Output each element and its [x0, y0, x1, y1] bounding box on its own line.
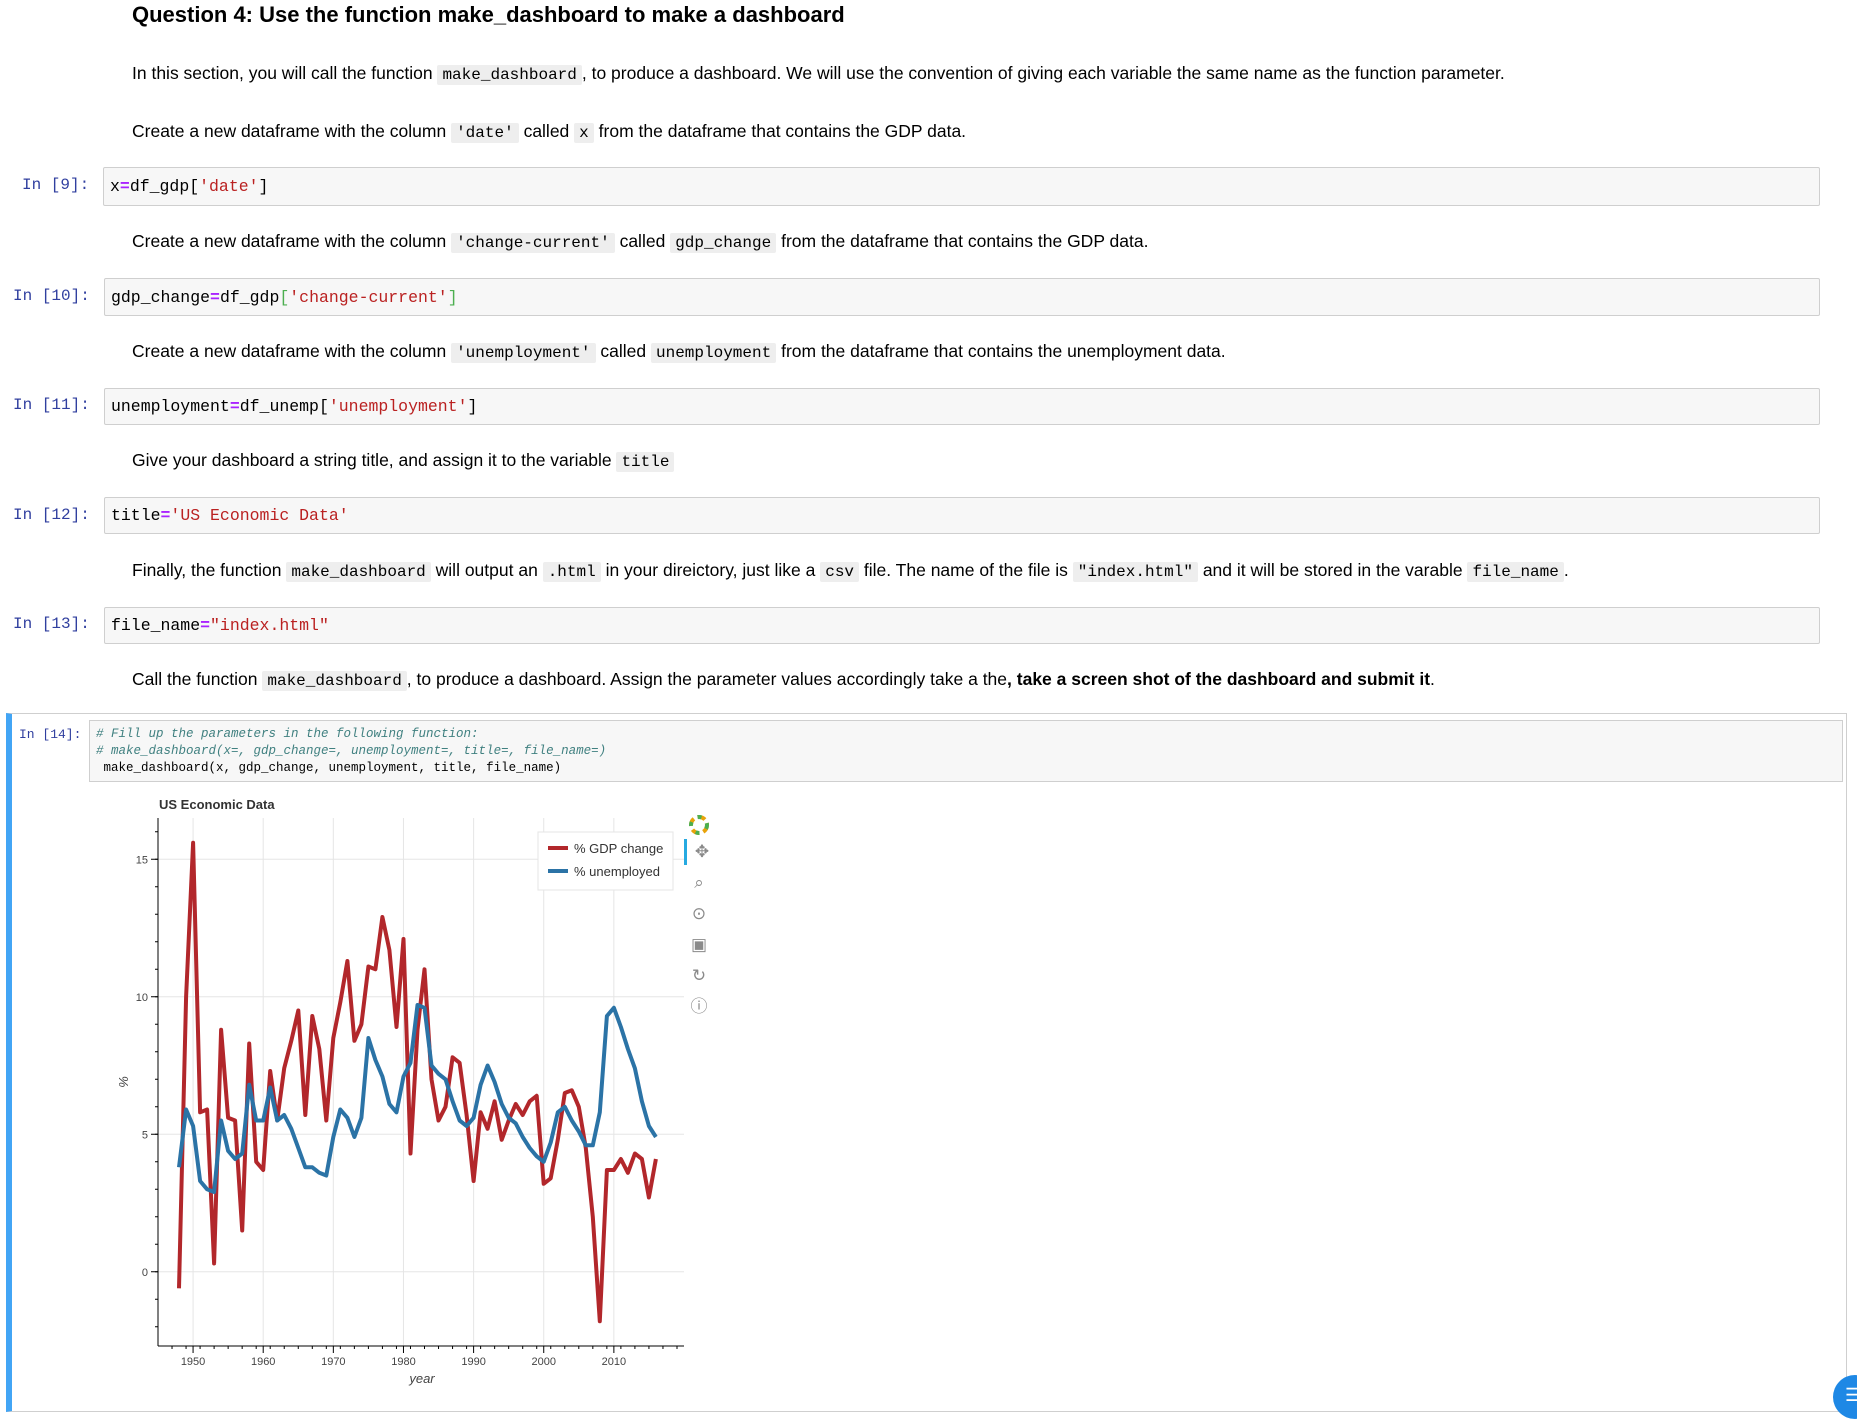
dashboard-chart[interactable]: US Economic Data 1950 1960 1970 1980 1990 200… — [0, 0, 1857, 1415]
y-tick-label: 10 — [136, 992, 148, 1004]
x-axis-label: year — [408, 1371, 435, 1386]
y-axis-label: % — [116, 1076, 131, 1088]
x-tick-label: 2010 — [602, 1356, 626, 1368]
chart-legend[interactable]: % GDP change % unemployed — [537, 831, 674, 891]
x-tick-label: 1980 — [391, 1356, 415, 1368]
chart-title: US Economic Data — [159, 797, 275, 812]
y-tick-label: 5 — [142, 1129, 148, 1141]
y-tick-label: 15 — [136, 854, 148, 866]
box-zoom-icon[interactable]: ⌕ — [684, 870, 714, 896]
x-tick-label: 1950 — [181, 1356, 205, 1368]
y-tick-label: 0 — [142, 1267, 148, 1279]
x-tick-label: 1990 — [461, 1356, 485, 1368]
x-tick-label: 1960 — [251, 1356, 275, 1368]
legend-item-label: % GDP change — [574, 841, 663, 856]
help-icon[interactable]: ⓘ — [684, 994, 714, 1020]
bokeh-logo-icon[interactable] — [684, 812, 714, 838]
chart-series — [177, 840, 658, 1324]
chart-grid — [158, 818, 684, 1346]
wheel-zoom-icon[interactable]: ⊙ — [684, 901, 714, 927]
x-tick-label: 1970 — [321, 1356, 345, 1368]
reset-icon[interactable]: ↻ — [684, 963, 714, 989]
save-icon[interactable]: ▣ — [684, 932, 714, 958]
legend-item-label: % unemployed — [574, 864, 660, 879]
x-tick-label: 2000 — [531, 1356, 555, 1368]
pan-icon[interactable]: ✥ — [684, 839, 717, 865]
series-line — [177, 840, 658, 1324]
